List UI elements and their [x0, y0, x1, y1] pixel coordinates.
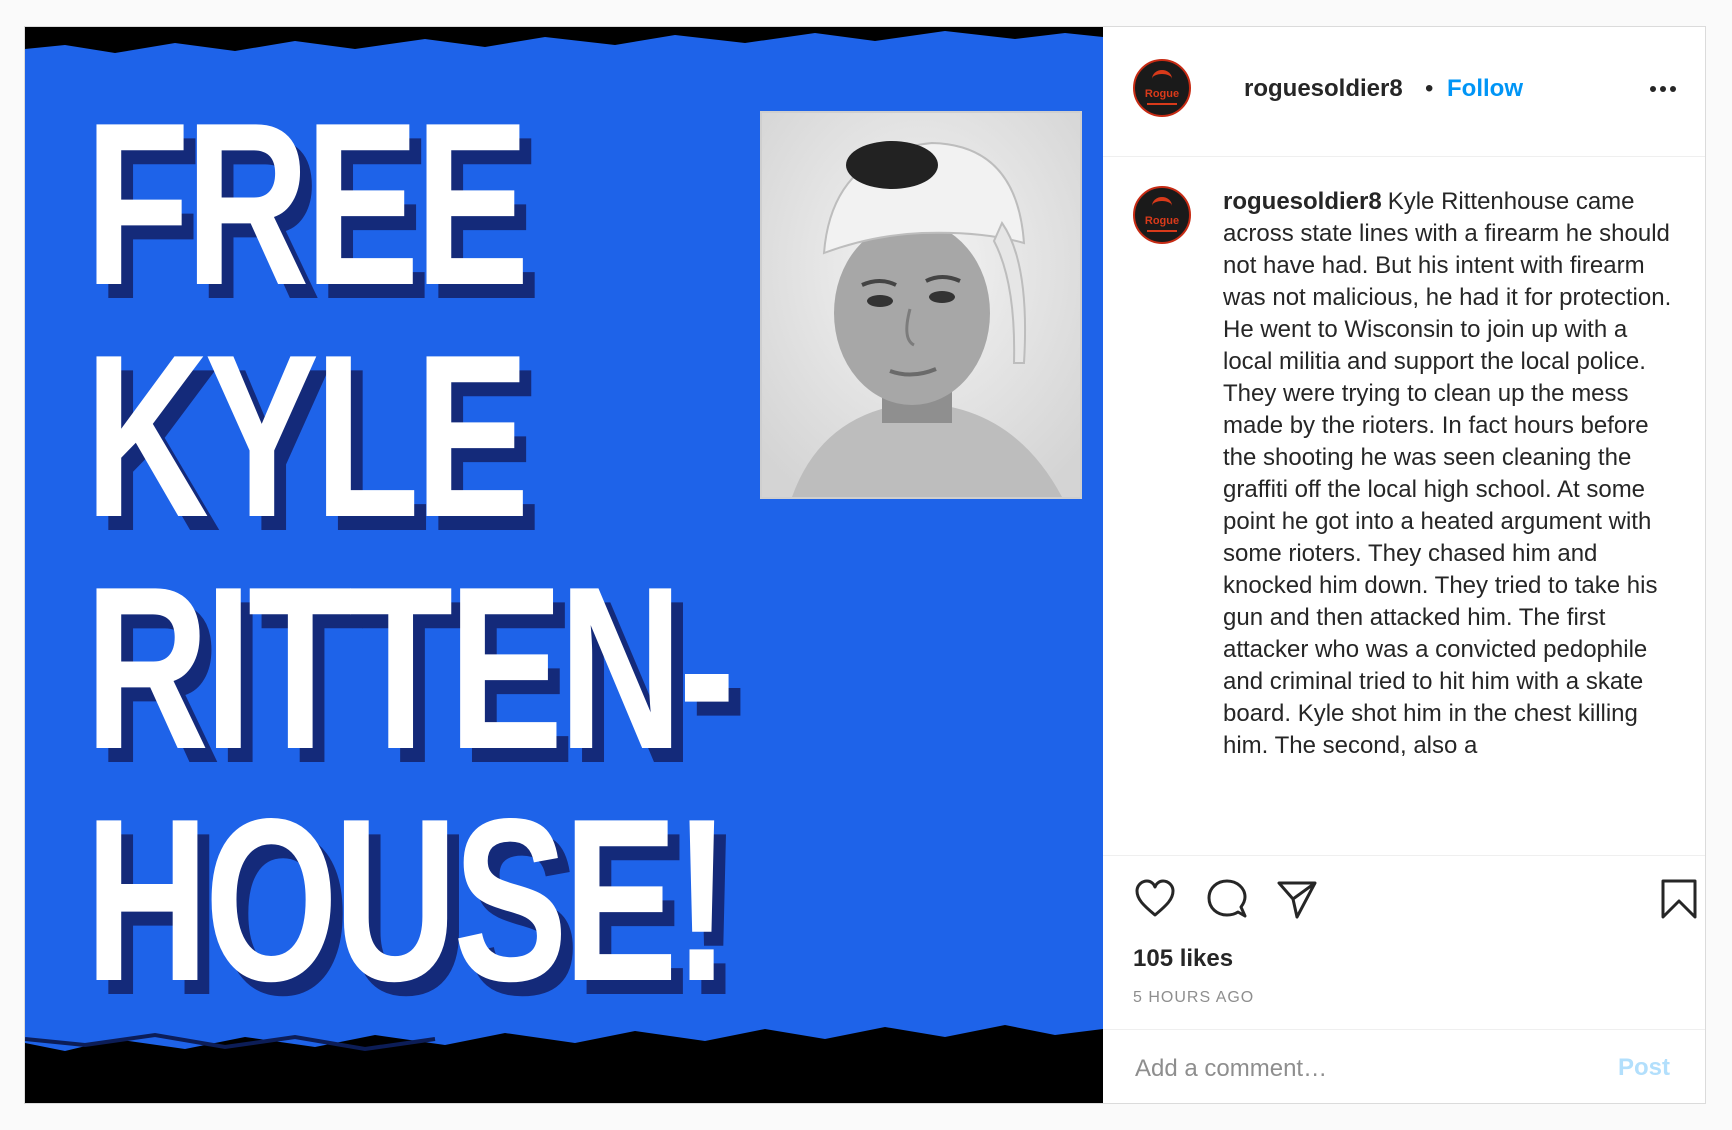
bull-logo-icon — [1152, 197, 1172, 215]
bookmark-icon[interactable] — [1659, 877, 1699, 926]
share-icon[interactable] — [1275, 877, 1319, 926]
follow-button[interactable]: Follow — [1447, 75, 1523, 103]
headline-line: HOUSE! — [85, 771, 730, 1030]
post-comment-button[interactable]: Post — [1618, 1054, 1670, 1082]
post-image[interactable]: FREE KYLE RITTEN- HOUSE! — [25, 27, 1103, 1103]
post-sidebar: Rogue roguesoldier8 • Follow Rogue rogue… — [1103, 27, 1705, 1103]
caption: roguesoldier8 Kyle Rittenhouse came acros… — [1223, 186, 1683, 762]
headline-line: KYLE — [85, 307, 530, 566]
ellipsis-icon[interactable] — [1645, 77, 1681, 101]
avatar-logo-text: Rogue — [1144, 88, 1180, 100]
header-username[interactable]: roguesoldier8 — [1244, 75, 1403, 103]
comment-icon[interactable] — [1205, 877, 1249, 926]
heart-icon[interactable] — [1133, 877, 1177, 926]
avatar-logo-bar — [1147, 103, 1177, 105]
instagram-post: FREE KYLE RITTEN- HOUSE! Rogue roguesold… — [24, 26, 1706, 1104]
headline-line: RITTEN- — [85, 539, 735, 798]
comment-box: Post — [1103, 1029, 1705, 1103]
caption-avatar[interactable]: Rogue — [1133, 186, 1191, 244]
post-header: Rogue roguesoldier8 • Follow — [1103, 27, 1705, 157]
avatar[interactable]: Rogue — [1133, 59, 1191, 117]
header-separator: • — [1425, 75, 1434, 102]
poster-headline: FREE KYLE RITTEN- HOUSE! — [85, 75, 735, 1030]
action-bar: 105 likes 5 HOURS AGO — [1103, 857, 1705, 1027]
bull-logo-icon — [1152, 70, 1172, 88]
comment-input[interactable] — [1133, 1044, 1607, 1094]
caption-username[interactable]: roguesoldier8 — [1223, 188, 1382, 215]
avatar-logo-bar — [1147, 230, 1177, 232]
headline-line: FREE — [85, 75, 530, 334]
post-timestamp[interactable]: 5 HOURS AGO — [1133, 989, 1254, 1007]
avatar-logo-text: Rogue — [1144, 215, 1180, 227]
caption-section[interactable]: Rogue roguesoldier8 Kyle Rittenhouse came… — [1103, 158, 1705, 856]
likes-count[interactable]: 105 likes — [1133, 945, 1233, 973]
caption-text: Kyle Rittenhouse came across state lines… — [1223, 188, 1672, 759]
portrait-photo — [760, 111, 1082, 499]
